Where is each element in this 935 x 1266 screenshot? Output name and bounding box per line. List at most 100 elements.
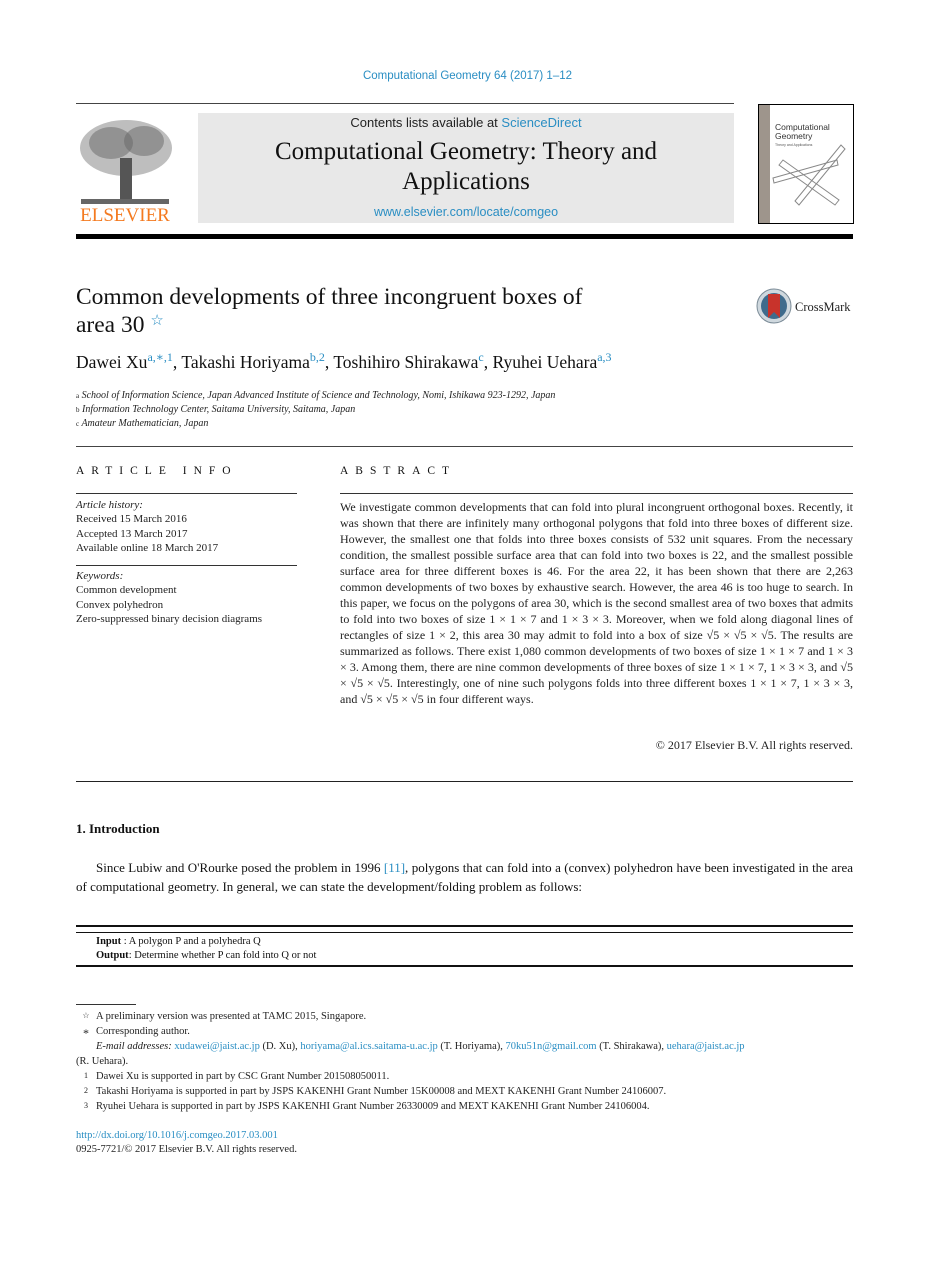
author-name: Takashi Horiyama bbox=[181, 352, 310, 372]
intro-text: Since Lubiw and O'Rourke posed the probl… bbox=[96, 860, 384, 875]
introduction-paragraph: Since Lubiw and O'Rourke posed the probl… bbox=[76, 858, 853, 896]
header-thick-rule bbox=[76, 234, 853, 239]
problem-box-rule bbox=[76, 932, 853, 933]
journal-reference[interactable]: Computational Geometry 64 (2017) 1–12 bbox=[0, 70, 935, 82]
author-marks[interactable]: a,3 bbox=[597, 350, 611, 364]
affiliation-mark: c bbox=[76, 420, 80, 428]
footnote-emails: E-mail addresses: xudawei@jaist.ac.jp (D… bbox=[76, 1041, 853, 1052]
author[interactable]: Dawei Xua,∗,1 bbox=[76, 350, 173, 372]
author-name: Ryuhei Uehara bbox=[492, 352, 598, 372]
abstract-end-rule bbox=[76, 781, 853, 782]
info-rule bbox=[76, 565, 297, 566]
sciencedirect-link[interactable]: ScienceDirect bbox=[501, 115, 581, 130]
author[interactable]: Toshihiro Shirakawac bbox=[333, 350, 483, 372]
output-text: : Determine whether P can fold into Q or… bbox=[128, 950, 317, 961]
keywords-label: Keywords: bbox=[76, 570, 124, 582]
email-owner: (T. Horiyama), bbox=[437, 1041, 506, 1052]
footnote-text: Ryuhei Uehara is supported in part by JS… bbox=[96, 1101, 650, 1112]
affiliation-text: School of Information Science, Japan Adv… bbox=[81, 390, 556, 401]
footnote-star: ☆ A preliminary version was presented at … bbox=[76, 1011, 853, 1022]
journal-url-link[interactable]: www.elsevier.com/locate/comgeo bbox=[198, 205, 734, 219]
email-owner: (D. Xu), bbox=[259, 1041, 301, 1052]
problem-input: Input : A polygon P and a polyhedra Q bbox=[96, 936, 261, 947]
title-line-2: area 30 bbox=[76, 312, 145, 338]
affiliation-text: Information Technology Center, Saitama U… bbox=[82, 404, 356, 415]
email-link[interactable]: xudawei@jaist.ac.jp bbox=[174, 1041, 259, 1052]
history-item: Available online 18 March 2017 bbox=[76, 542, 219, 555]
footnote-text: Corresponding author. bbox=[96, 1026, 190, 1037]
author-name: Toshihiro Shirakawa bbox=[333, 352, 479, 372]
footnote-mark: 2 bbox=[84, 1086, 88, 1095]
abstract-text: We investigate common developments that … bbox=[340, 500, 853, 706]
email-link[interactable]: horiyama@al.ics.saitama-u.ac.jp bbox=[300, 1041, 437, 1052]
elsevier-wordmark: ELSEVIER bbox=[80, 205, 170, 225]
problem-box-rule bbox=[76, 965, 853, 967]
author-list: Dawei Xua,∗,1, Takashi Horiyamab,2, Tosh… bbox=[76, 350, 612, 373]
abstract-copyright: © 2017 Elsevier B.V. All rights reserved… bbox=[655, 738, 853, 752]
problem-box-rule bbox=[76, 925, 853, 927]
history-item: Received 15 March 2016 bbox=[76, 513, 187, 526]
footnote-text: Dawei Xu is supported in part by CSC Gra… bbox=[96, 1071, 390, 1082]
author-marks[interactable]: c bbox=[478, 350, 483, 364]
journal-banner: Contents lists available at ScienceDirec… bbox=[198, 113, 734, 223]
history-item: Accepted 13 March 2017 bbox=[76, 527, 188, 540]
author[interactable]: Takashi Horiyamab,2 bbox=[181, 350, 325, 372]
contents-line: Contents lists available at ScienceDirec… bbox=[198, 115, 734, 130]
crossmark-label: CrossMark bbox=[795, 300, 851, 314]
footnote-grant: 2 Takashi Horiyama is supported in part b… bbox=[76, 1086, 853, 1097]
keywords: Keywords: Common development Convex poly… bbox=[76, 569, 262, 627]
author[interactable]: Ryuhei Ueharaa,3 bbox=[492, 350, 611, 372]
footnote-mark: 3 bbox=[84, 1101, 88, 1110]
doi-link[interactable]: http://dx.doi.org/10.1016/j.comgeo.2017.… bbox=[76, 1130, 278, 1141]
footnote-asterisk-icon: * bbox=[83, 1026, 89, 1040]
issn-copyright: 0925-7721/© 2017 Elsevier B.V. All right… bbox=[76, 1144, 297, 1155]
cover-sticks-icon bbox=[772, 144, 846, 206]
title-note-star-icon[interactable]: ☆ bbox=[150, 313, 163, 329]
email-link[interactable]: 70ku51n@gmail.com bbox=[506, 1041, 597, 1052]
footnote-mark: 1 bbox=[84, 1071, 88, 1080]
footnote-email-tail: (R. Uehara). bbox=[76, 1056, 129, 1067]
abstract-heading: ABSTRACT bbox=[340, 465, 457, 477]
section-rule bbox=[76, 446, 853, 447]
crossmark-button[interactable]: CrossMark bbox=[756, 288, 856, 326]
author-name: Dawei Xu bbox=[76, 352, 148, 372]
problem-output: Output: Determine whether P can fold int… bbox=[96, 950, 316, 961]
affiliations: a School of Information Science, Japan A… bbox=[76, 389, 555, 431]
footnote-text: A preliminary version was presented at T… bbox=[96, 1011, 367, 1022]
affiliation-text: Amateur Mathematician, Japan bbox=[81, 418, 209, 429]
input-text: : A polygon P and a polyhedra Q bbox=[121, 936, 261, 947]
footnote-grant: 3 Ryuhei Uehara is supported in part by J… bbox=[76, 1101, 853, 1112]
crossmark-icon bbox=[756, 288, 792, 324]
affiliation: b Information Technology Center, Saitama… bbox=[76, 403, 555, 417]
elsevier-logo: ELSEVIER bbox=[76, 113, 174, 226]
info-rule bbox=[76, 493, 297, 494]
section-heading-introduction: 1. Introduction bbox=[76, 821, 160, 836]
journal-cover[interactable]: Computational Geometry Theory and Applic… bbox=[758, 104, 854, 224]
footnote-text: Takashi Horiyama is supported in part by… bbox=[96, 1086, 667, 1097]
article-history: Article history: Received 15 March 2016 … bbox=[76, 498, 218, 556]
footnote-star-icon: ☆ bbox=[82, 1011, 90, 1020]
affiliation-mark: b bbox=[76, 406, 80, 414]
keyword: Common development bbox=[76, 584, 177, 597]
footnote-grant: 1 Dawei Xu is supported in part by CSC Gr… bbox=[76, 1071, 853, 1082]
header-rule bbox=[76, 103, 734, 104]
email-link[interactable]: uehara@jaist.ac.jp bbox=[667, 1041, 745, 1052]
abstract-rule bbox=[340, 493, 853, 494]
author-marks[interactable]: b,2 bbox=[310, 350, 325, 364]
author-marks[interactable]: a,∗,1 bbox=[147, 350, 172, 364]
footnote-corresponding: * Corresponding author. bbox=[76, 1026, 853, 1041]
title-line-1: Common developments of three incongruent… bbox=[76, 284, 583, 310]
output-label: Output bbox=[96, 950, 129, 961]
elsevier-tree-icon: ELSEVIER bbox=[80, 120, 172, 226]
keyword: Convex polyhedron bbox=[76, 598, 164, 611]
footnote-rule bbox=[76, 1004, 136, 1005]
affiliation-mark: a bbox=[76, 392, 80, 400]
citation-link[interactable]: [11] bbox=[384, 860, 405, 875]
keyword: Zero-suppressed binary decision diagrams bbox=[76, 613, 263, 626]
affiliation: a School of Information Science, Japan A… bbox=[76, 389, 555, 403]
affiliation: c Amateur Mathematician, Japan bbox=[76, 417, 555, 431]
history-label: Article history: bbox=[76, 499, 143, 511]
journal-title: Computational Geometry: Theory and Appli… bbox=[274, 138, 658, 195]
contents-prefix: Contents lists available at bbox=[350, 115, 502, 130]
email-owner: (T. Shirakawa), bbox=[596, 1041, 667, 1052]
